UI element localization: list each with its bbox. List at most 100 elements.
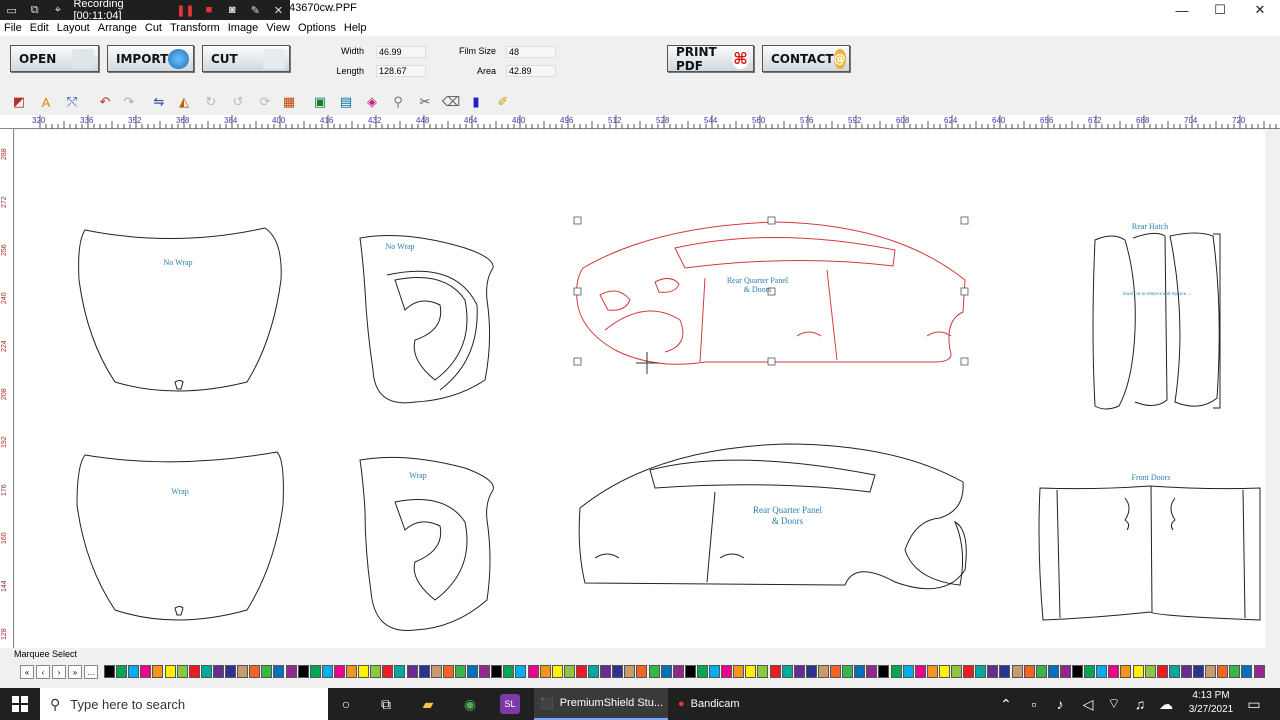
- color-swatch[interactable]: [842, 665, 854, 678]
- width-field[interactable]: 46.99: [376, 46, 426, 58]
- book-icon[interactable]: ▮: [467, 93, 485, 111]
- color-swatch[interactable]: [309, 665, 321, 678]
- color-swatch[interactable]: [164, 665, 176, 678]
- cortana-icon[interactable]: ○: [336, 694, 356, 714]
- color-swatch[interactable]: [104, 665, 115, 678]
- color-swatch[interactable]: [333, 665, 345, 678]
- color-swatch[interactable]: [612, 665, 624, 678]
- color-swatch[interactable]: [1108, 665, 1120, 678]
- color-swatch[interactable]: [890, 665, 902, 678]
- nav-next-button[interactable]: ›: [52, 665, 66, 679]
- color-swatch[interactable]: [406, 665, 418, 678]
- menu-layout[interactable]: Layout: [53, 22, 94, 34]
- color-swatch[interactable]: [479, 665, 491, 678]
- color-swatch[interactable]: [793, 665, 805, 678]
- color-swatch[interactable]: [696, 665, 708, 678]
- color-swatch[interactable]: [1132, 665, 1144, 678]
- color-swatch[interactable]: [575, 665, 587, 678]
- color-swatch[interactable]: [188, 665, 200, 678]
- color-swatch[interactable]: [1096, 665, 1108, 678]
- color-swatch[interactable]: [1168, 665, 1180, 678]
- select-tool-icon[interactable]: ◩: [10, 93, 28, 111]
- color-swatch[interactable]: [176, 665, 188, 678]
- layers-icon[interactable]: ▤: [337, 93, 355, 111]
- marker-icon[interactable]: ✐: [494, 93, 512, 111]
- color-swatch[interactable]: [467, 665, 478, 678]
- color-swatch[interactable]: [1084, 665, 1096, 678]
- color-swatch[interactable]: [866, 665, 878, 678]
- color-swatch[interactable]: [237, 665, 249, 678]
- color-swatch[interactable]: [600, 665, 612, 678]
- menu-image[interactable]: Image: [224, 22, 263, 34]
- color-swatch[interactable]: [1023, 665, 1035, 678]
- color-swatch[interactable]: [987, 665, 999, 678]
- color-swatch[interactable]: [358, 665, 370, 678]
- color-swatch[interactable]: [817, 665, 829, 678]
- color-swatch[interactable]: [261, 665, 273, 678]
- color-swatch[interactable]: [1180, 665, 1192, 678]
- color-swatch[interactable]: [212, 665, 224, 678]
- color-swatch[interactable]: [709, 665, 720, 678]
- node-tool-icon[interactable]: ⤲: [63, 93, 81, 111]
- color-swatch[interactable]: [926, 665, 938, 678]
- speaker-icon[interactable]: ♫: [1130, 694, 1150, 714]
- color-swatch[interactable]: [394, 665, 406, 678]
- color-swatch[interactable]: [370, 665, 382, 678]
- color-swatch[interactable]: [1241, 665, 1253, 678]
- color-swatch[interactable]: [733, 665, 745, 678]
- color-swatch[interactable]: [418, 665, 430, 678]
- color-swatch[interactable]: [1229, 665, 1241, 678]
- menu-options[interactable]: Options: [294, 22, 340, 34]
- color-swatch[interactable]: [914, 665, 926, 678]
- mirror-icon[interactable]: ⇋: [150, 93, 168, 111]
- menu-transform[interactable]: Transform: [166, 22, 224, 34]
- color-swatch[interactable]: [285, 665, 297, 678]
- open-button[interactable]: OPEN: [10, 45, 99, 72]
- color-swatch[interactable]: [297, 665, 309, 678]
- print-pdf-button[interactable]: PRINT PDF ⌘: [667, 45, 754, 73]
- target-icon[interactable]: ⌖: [50, 2, 65, 18]
- rotate90-icon[interactable]: ↺: [229, 93, 247, 111]
- cloud-icon[interactable]: ☁: [1156, 694, 1176, 714]
- color-swatch[interactable]: [805, 665, 817, 678]
- color-swatch[interactable]: [225, 665, 236, 678]
- color-swatch[interactable]: [1217, 665, 1229, 678]
- maximize-icon[interactable]: ☐: [1200, 0, 1240, 20]
- color-swatch[interactable]: [781, 665, 793, 678]
- color-swatch[interactable]: [140, 665, 152, 678]
- notifications-icon[interactable]: ▭: [1244, 694, 1264, 714]
- color-swatch[interactable]: [624, 665, 636, 678]
- taskbar-app-premiumshield[interactable]: ⬛ PremiumShield Stu...: [534, 688, 668, 720]
- menu-help[interactable]: Help: [340, 22, 371, 34]
- color-swatch[interactable]: [1144, 665, 1156, 678]
- menu-file[interactable]: File: [0, 22, 26, 34]
- nav-last-button[interactable]: »: [68, 665, 82, 679]
- taskbar-app-bandicam[interactable]: ● Bandicam: [672, 688, 782, 720]
- grid-icon[interactable]: ▦: [280, 93, 298, 111]
- color-swatch[interactable]: [1059, 665, 1071, 678]
- rotate-custom-icon[interactable]: ⟳: [256, 93, 274, 111]
- color-swatch[interactable]: [963, 665, 975, 678]
- color-swatch[interactable]: [430, 665, 442, 678]
- menu-edit[interactable]: Edit: [26, 22, 53, 34]
- color-swatch[interactable]: [539, 665, 551, 678]
- color-swatch[interactable]: [454, 665, 466, 678]
- color-swatch[interactable]: [442, 665, 454, 678]
- measure-icon[interactable]: ✂: [416, 93, 434, 111]
- color-swatch[interactable]: [249, 665, 261, 678]
- knife-icon[interactable]: ⚲: [389, 93, 407, 111]
- taskbar-search[interactable]: ⚲ Type here to search: [40, 688, 328, 720]
- sl-app-icon[interactable]: SL: [500, 694, 520, 714]
- color-swatch[interactable]: [346, 665, 357, 678]
- pencil-icon[interactable]: ✎: [248, 2, 263, 18]
- color-swatch[interactable]: [321, 665, 333, 678]
- color-swatch[interactable]: [975, 665, 987, 678]
- color-swatch[interactable]: [951, 665, 962, 678]
- color-swatch[interactable]: [588, 665, 599, 678]
- color-swatch[interactable]: [1205, 665, 1217, 678]
- color-swatch[interactable]: [563, 665, 575, 678]
- start-button[interactable]: [0, 688, 40, 720]
- tray-device-icon[interactable]: ▫: [1024, 694, 1044, 714]
- color-swatch[interactable]: [878, 665, 890, 678]
- nav-more-button[interactable]: ...: [84, 665, 98, 679]
